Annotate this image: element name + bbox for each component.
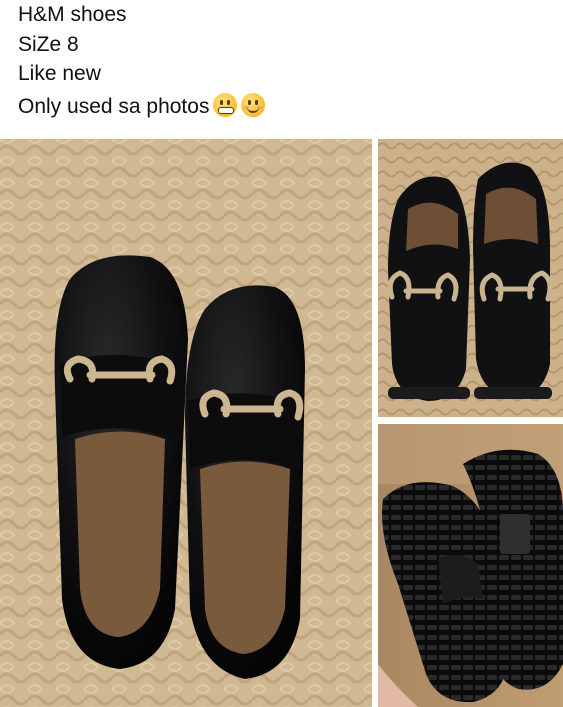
photo-loafers-top-view[interactable] <box>0 139 372 707</box>
photo-loafers-front-view-image <box>378 139 563 417</box>
photo-loafers-top-view-image <box>0 139 372 707</box>
photo-loafers-soles[interactable] <box>378 424 563 707</box>
grimacing-face-emoji-icon <box>213 92 238 117</box>
caption-line-brand: H&M shoes <box>18 3 127 26</box>
caption-line-condition: Like new <box>18 62 101 85</box>
post-caption: H&M shoes SiZe 8 Like new Only used sa p… <box>18 0 266 122</box>
caption-line-usage: Only used sa photos <box>18 92 266 122</box>
photo-loafers-soles-image <box>378 424 563 707</box>
photo-loafers-front-view[interactable] <box>378 139 563 417</box>
caption-line-usage-text: Only used sa photos <box>18 94 210 118</box>
smiling-face-emoji-icon <box>241 92 266 117</box>
caption-line-size: SiZe 8 <box>18 32 79 56</box>
